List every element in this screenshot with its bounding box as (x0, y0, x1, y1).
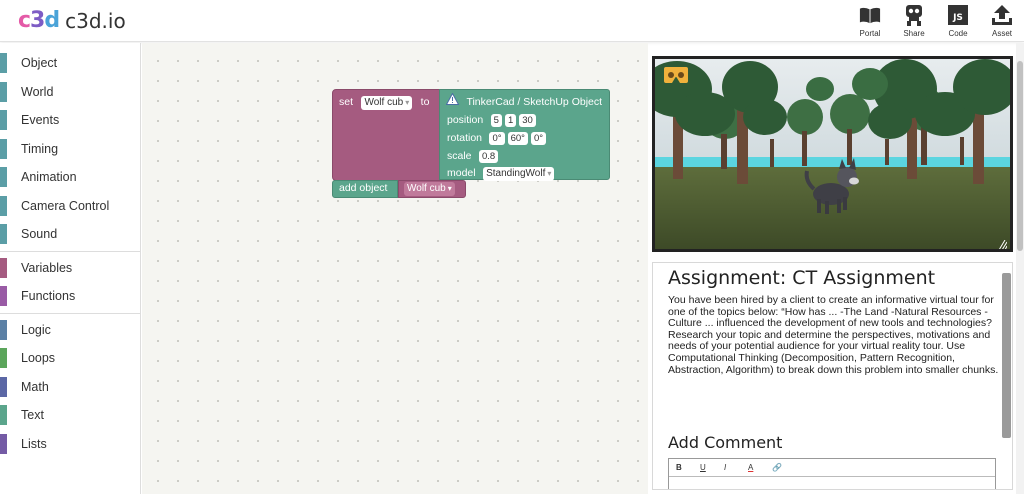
page-scrollbar-thumb[interactable] (1017, 61, 1023, 251)
add-object-variable-block[interactable]: Wolf cub ▾ (398, 180, 466, 198)
logo-mark: c3d (18, 8, 60, 33)
category-label: Text (21, 408, 44, 423)
rotation-x-input[interactable]: 0° (489, 132, 505, 145)
portal-button[interactable]: Portal (848, 2, 892, 40)
sidebar-divider (0, 312, 140, 314)
svg-text:JS: JS (952, 13, 963, 23)
category-timing[interactable]: Timing (0, 135, 140, 164)
portal-label: Portal (859, 29, 881, 38)
set-variable-block[interactable]: set Wolf cub ▾ to (332, 89, 442, 181)
assignment-title: Assignment: CT Assignment (668, 267, 936, 289)
position-label: position (447, 114, 484, 126)
add-object-block[interactable]: add object (332, 180, 398, 198)
cardboard-icon[interactable] (663, 67, 689, 85)
category-math[interactable]: Math (0, 373, 140, 402)
category-label: Variables (21, 260, 73, 275)
underline-button[interactable]: U (700, 463, 724, 472)
warning-icon[interactable] (445, 92, 460, 110)
scene-render (655, 59, 1010, 249)
category-logic[interactable]: Logic (0, 316, 140, 345)
position-y-input[interactable]: 1 (504, 114, 517, 127)
top-toolbar: Portal Share JS Code Asset (848, 2, 1024, 40)
3d-scene-view[interactable] (652, 56, 1013, 252)
editor-toolbar: B U I A 🔗 (669, 459, 995, 477)
set-variable-dropdown[interactable]: Wolf cub ▾ (361, 96, 413, 110)
category-label: Loops (21, 351, 56, 366)
text-color-button[interactable]: A (748, 463, 772, 472)
asset-label: Asset (991, 29, 1012, 38)
position-x-input[interactable]: 5 (490, 114, 502, 127)
category-sound[interactable]: Sound (0, 220, 140, 249)
set-label: set (339, 96, 354, 108)
add-comment-title: Add Comment (668, 433, 783, 452)
code-button[interactable]: JS Code (936, 2, 980, 40)
category-functions[interactable]: Functions (0, 282, 140, 311)
tinkercad-object-block[interactable]: TinkerCad / SketchUp Object position 513… (439, 89, 610, 181)
resize-icon[interactable] (997, 237, 1008, 249)
rotation-label: rotation (447, 132, 483, 144)
italic-button[interactable]: I (724, 463, 748, 472)
sidebar-divider (0, 250, 140, 252)
share-icon (903, 4, 925, 26)
chevron-down-icon: ▾ (447, 184, 452, 193)
scale-label: scale (447, 150, 472, 162)
position-z-input[interactable]: 30 (519, 114, 536, 127)
category-label: Events (21, 113, 60, 128)
blockly-workspace[interactable]: set Wolf cub ▾ to TinkerCad / SketchUp Ob… (142, 43, 648, 494)
block-category-sidebar: Object World Events Timing Animation Cam… (0, 43, 141, 494)
category-label: Timing (21, 141, 59, 156)
dropdown-value: Wolf cub (364, 97, 404, 108)
model-label: model (447, 167, 476, 179)
category-animation[interactable]: Animation (0, 163, 140, 192)
bold-button[interactable]: B (676, 463, 700, 472)
link-icon[interactable]: 🔗 (772, 463, 796, 472)
model-dropdown[interactable]: StandingWolf ▾ (483, 167, 555, 181)
share-label: Share (903, 29, 925, 38)
assignment-panel: Assignment: CT Assignment You have been … (652, 262, 1013, 490)
rotation-y-input[interactable]: 60° (507, 132, 528, 145)
share-button[interactable]: Share (892, 2, 936, 40)
rotation-z-input[interactable]: 0° (530, 132, 547, 145)
chevron-down-icon: ▾ (547, 169, 552, 178)
category-label: Lists (21, 436, 47, 451)
category-object[interactable]: Object (0, 49, 140, 78)
dropdown-value: StandingWolf (486, 168, 546, 179)
add-object-label: add object (339, 182, 388, 194)
app: c3d c3d.io Portal Share JS Code Asset Ob… (0, 0, 1024, 494)
logo-text: c3d.io (65, 8, 126, 33)
upload-icon (991, 4, 1013, 26)
dropdown-value: Wolf cub (407, 183, 446, 194)
category-variables[interactable]: Variables (0, 254, 140, 283)
category-label: Object (21, 56, 58, 71)
category-label: Sound (21, 227, 58, 242)
top-bar: c3d c3d.io Portal Share JS Code Asset (0, 0, 1024, 42)
category-text[interactable]: Text (0, 401, 140, 430)
category-label: Animation (21, 170, 77, 185)
code-label: Code (948, 29, 968, 38)
category-camera-control[interactable]: Camera Control (0, 192, 140, 221)
js-icon: JS (947, 4, 969, 26)
category-label: Camera Control (21, 198, 110, 213)
add-object-variable-dropdown[interactable]: Wolf cub ▾ (404, 182, 455, 196)
logo[interactable]: c3d c3d.io (18, 8, 126, 33)
category-world[interactable]: World (0, 78, 140, 107)
object-block-title: TinkerCad / SketchUp Object (466, 96, 603, 109)
category-label: World (21, 84, 54, 99)
category-events[interactable]: Events (0, 106, 140, 135)
category-label: Logic (21, 322, 51, 337)
category-loops[interactable]: Loops (0, 344, 140, 373)
assignment-description: You have been hired by a client to creat… (668, 294, 999, 376)
book-icon (859, 4, 881, 26)
category-lists[interactable]: Lists (0, 430, 140, 459)
assignment-scrollbar[interactable] (1002, 273, 1011, 438)
comment-editor[interactable]: B U I A 🔗 (668, 458, 996, 489)
chevron-down-icon: ▾ (405, 98, 410, 107)
asset-button[interactable]: Asset (980, 2, 1024, 40)
to-label: to (420, 96, 430, 108)
page-scrollbar[interactable] (1016, 43, 1024, 494)
category-label: Math (21, 379, 49, 394)
category-label: Functions (21, 289, 76, 304)
scale-input[interactable]: 0.8 (478, 150, 499, 163)
